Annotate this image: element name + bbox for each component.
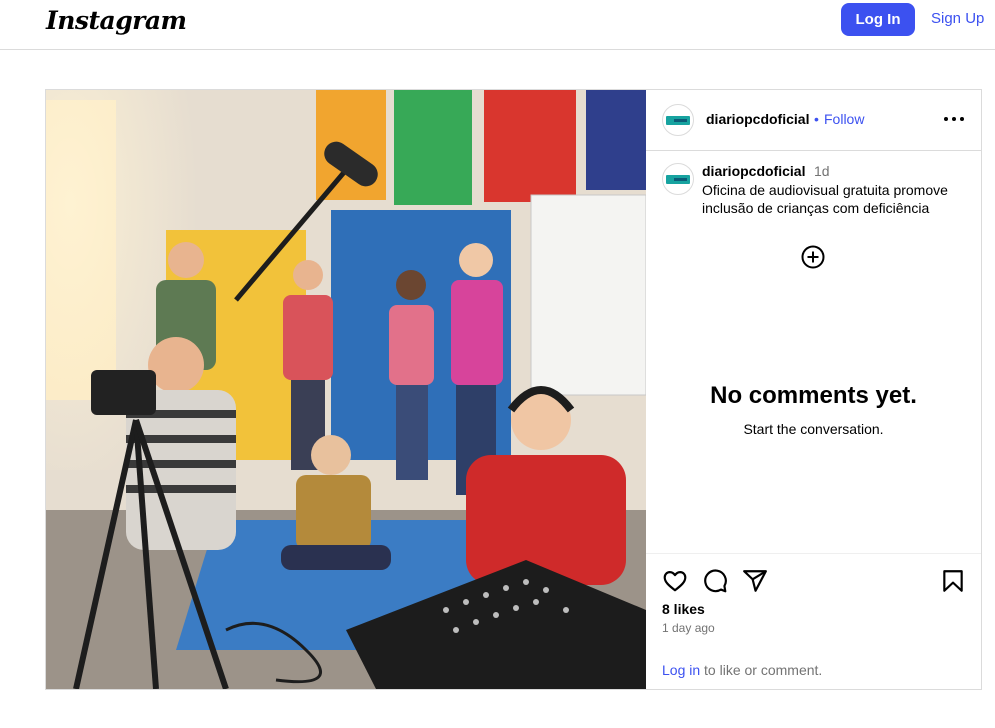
caption-timestamp[interactable]: 1d xyxy=(814,163,830,179)
no-comments-title: No comments yet. xyxy=(710,382,917,409)
log-in-link[interactable]: Log in xyxy=(662,662,700,678)
post-sidebar: diariopcdoficial • Follow diariopcdofici… xyxy=(646,90,981,689)
follow-button[interactable]: Follow xyxy=(824,111,864,127)
share-icon[interactable] xyxy=(742,568,768,594)
log-in-button[interactable]: Log In xyxy=(841,3,915,36)
post-author-username[interactable]: diariopcdoficial xyxy=(706,111,809,127)
heart-icon[interactable] xyxy=(662,568,688,594)
post-card: diariopcdoficial • Follow diariopcdofici… xyxy=(45,89,982,690)
separator-dot: • xyxy=(814,111,819,127)
bookmark-icon[interactable] xyxy=(940,568,966,594)
post-timestamp[interactable]: 1 day ago xyxy=(662,621,715,635)
post-actions: 8 likes 1 day ago Log in to like or comm… xyxy=(646,553,981,689)
plus-circle-icon[interactable] xyxy=(801,245,825,269)
account-logo-icon xyxy=(666,115,690,125)
top-navigation-bar: Instagram Log In Sign Up xyxy=(0,0,995,50)
post-image[interactable] xyxy=(46,90,646,689)
login-prompt-text: to like or comment. xyxy=(700,662,823,678)
sign-up-link[interactable]: Sign Up xyxy=(931,10,984,27)
avatar[interactable] xyxy=(662,163,694,195)
account-logo-icon xyxy=(666,174,690,184)
ellipsis-icon[interactable] xyxy=(940,108,968,130)
caption-username[interactable]: diariopcdoficial xyxy=(702,163,805,179)
caption-text: Oficina de audiovisual gratuita promove … xyxy=(702,182,948,216)
post-image-illustration xyxy=(46,90,646,689)
avatar[interactable] xyxy=(662,104,694,136)
instagram-logo[interactable]: Instagram xyxy=(46,6,187,35)
likes-count[interactable]: 8 likes xyxy=(662,601,705,617)
post-header: diariopcdoficial • Follow xyxy=(646,90,981,151)
comment-icon[interactable] xyxy=(702,568,728,594)
no-comments-subtitle: Start the conversation. xyxy=(743,421,884,437)
login-prompt: Log in to like or comment. xyxy=(662,662,822,678)
